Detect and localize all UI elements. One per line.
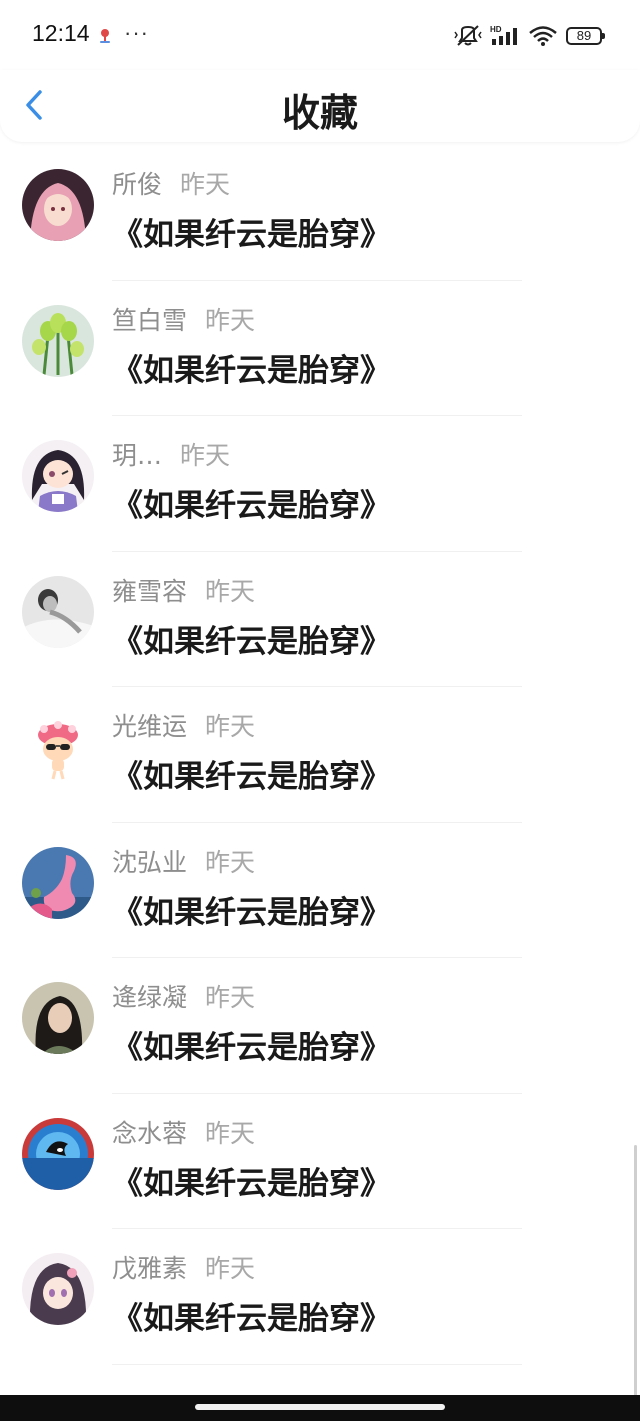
divider bbox=[112, 1363, 522, 1365]
book-title[interactable]: 《如果纤云是胎穿》 bbox=[112, 1293, 391, 1338]
user-name: 沈弘业 昨天 bbox=[112, 843, 255, 879]
avatar[interactable] bbox=[22, 982, 94, 1054]
avatar[interactable] bbox=[22, 169, 94, 241]
status-time: 12:14 bbox=[32, 20, 90, 46]
avatar[interactable] bbox=[22, 1117, 94, 1190]
portrait-photo-avatar-image bbox=[22, 982, 94, 1054]
timestamp: 昨天 bbox=[205, 712, 256, 741]
green-tulips-avatar-image bbox=[22, 304, 94, 377]
user-name: 玥… 昨天 bbox=[112, 436, 230, 472]
pink-flamingo-avatar-image bbox=[22, 846, 94, 919]
timestamp: 昨天 bbox=[205, 983, 256, 1012]
user-name: 念水蓉 昨天 bbox=[112, 1114, 255, 1150]
list-item[interactable]: 玥… 昨天 《如果纤云是胎穿》 bbox=[0, 416, 640, 552]
page-header: 收藏 bbox=[0, 70, 640, 142]
user-name-text: 雍雪容 bbox=[112, 576, 188, 606]
list-item[interactable]: 所俊 昨天 《如果纤云是胎穿》 bbox=[0, 145, 640, 281]
user-name: 雍雪容 昨天 bbox=[112, 572, 255, 608]
user-name-text: 戊雅素 bbox=[112, 1254, 188, 1283]
book-title[interactable]: 《如果纤云是胎穿》 bbox=[112, 1158, 391, 1203]
user-name-text: 玥… bbox=[112, 441, 163, 470]
list-item[interactable]: 光维运 昨天 《如果纤云是胎穿》 bbox=[0, 687, 640, 823]
book-title[interactable]: 《如果纤云是胎穿》 bbox=[112, 209, 391, 254]
timestamp: 昨天 bbox=[205, 1254, 256, 1283]
blue-orca-avatar-image bbox=[22, 1117, 94, 1190]
timestamp: 昨天 bbox=[205, 847, 256, 877]
book-title[interactable]: 《如果纤云是胎穿》 bbox=[112, 887, 391, 932]
book-title[interactable]: 《如果纤云是胎穿》 bbox=[112, 480, 391, 525]
user-name-text: 笪白雪 bbox=[112, 305, 188, 335]
avatar[interactable] bbox=[22, 711, 94, 783]
book-title[interactable]: 《如果纤云是胎穿》 bbox=[112, 616, 391, 661]
pink-haired-anime-avatar-image bbox=[22, 169, 94, 241]
list-item[interactable]: 戊雅素 昨天 《如果纤云是胎穿》 bbox=[0, 1229, 640, 1365]
avatar[interactable] bbox=[22, 440, 94, 512]
user-name: 戊雅素 昨天 bbox=[112, 1249, 255, 1285]
user-name-text: 逄绿凝 bbox=[112, 983, 188, 1012]
purple-haired-anime-avatar-image bbox=[22, 1253, 94, 1325]
user-name-text: 沈弘业 bbox=[112, 847, 188, 877]
wifi-icon bbox=[529, 26, 557, 46]
user-name-text: 所俊 bbox=[112, 170, 163, 199]
cartoon-sunglasses-avatar-image bbox=[22, 711, 94, 783]
book-title[interactable]: 《如果纤云是胎穿》 bbox=[112, 751, 391, 796]
status-icons: HD 89 bbox=[454, 24, 605, 48]
scrollbar[interactable] bbox=[634, 1145, 637, 1400]
chibi-anime-avatar-image bbox=[22, 440, 94, 512]
list-item[interactable]: 雍雪容 昨天 《如果纤云是胎穿》 bbox=[0, 552, 640, 687]
user-name-text: 光维运 bbox=[112, 712, 188, 741]
user-name: 光维运 昨天 bbox=[112, 707, 255, 743]
home-indicator[interactable] bbox=[195, 1404, 445, 1410]
location-pin-icon bbox=[100, 29, 110, 43]
system-navigation-bar bbox=[0, 1395, 640, 1421]
avatar[interactable] bbox=[22, 575, 94, 648]
more-notifications-icon: ··· bbox=[124, 20, 149, 45]
status-bar: 12:14 ··· HD 89 bbox=[0, 0, 640, 70]
timestamp: 昨天 bbox=[205, 576, 256, 606]
signal-icon: HD bbox=[490, 25, 517, 45]
list-item[interactable]: 逄绿凝 昨天 《如果纤云是胎穿》 bbox=[0, 958, 640, 1094]
avatar[interactable] bbox=[22, 1253, 94, 1325]
timestamp: 昨天 bbox=[205, 305, 256, 335]
user-name: 逄绿凝 昨天 bbox=[112, 978, 255, 1014]
favorites-screen: 12:14 ··· HD 89 收藏 所俊 昨天 《如果纤云是胎穿》 笪白雪 昨… bbox=[0, 0, 640, 1421]
list-item[interactable]: 念水蓉 昨天 《如果纤云是胎穿》 bbox=[0, 1094, 640, 1229]
timestamp: 昨天 bbox=[180, 441, 231, 470]
book-title[interactable]: 《如果纤云是胎穿》 bbox=[112, 1022, 391, 1067]
book-title[interactable]: 《如果纤云是胎穿》 bbox=[112, 345, 391, 390]
network-type-label: HD bbox=[490, 25, 502, 34]
user-name: 笪白雪 昨天 bbox=[112, 301, 255, 337]
vibrate-mute-icon bbox=[454, 25, 482, 46]
user-name-text: 念水蓉 bbox=[112, 1118, 188, 1148]
list-item[interactable]: 笪白雪 昨天 《如果纤云是胎穿》 bbox=[0, 281, 640, 416]
battery-indicator: 89 bbox=[566, 27, 605, 45]
timestamp: 昨天 bbox=[180, 170, 231, 199]
user-name: 所俊 昨天 bbox=[112, 165, 230, 201]
avatar[interactable] bbox=[22, 304, 94, 377]
avatar[interactable] bbox=[22, 846, 94, 919]
timestamp: 昨天 bbox=[205, 1118, 256, 1148]
list-item[interactable]: 沈弘业 昨天 《如果纤云是胎穿》 bbox=[0, 823, 640, 958]
grayscale-photo-avatar-image bbox=[22, 575, 94, 648]
favorites-list: 所俊 昨天 《如果纤云是胎穿》 笪白雪 昨天 《如果纤云是胎穿》 玥… 昨天 《… bbox=[0, 145, 640, 1365]
page-title: 收藏 bbox=[281, 91, 358, 135]
